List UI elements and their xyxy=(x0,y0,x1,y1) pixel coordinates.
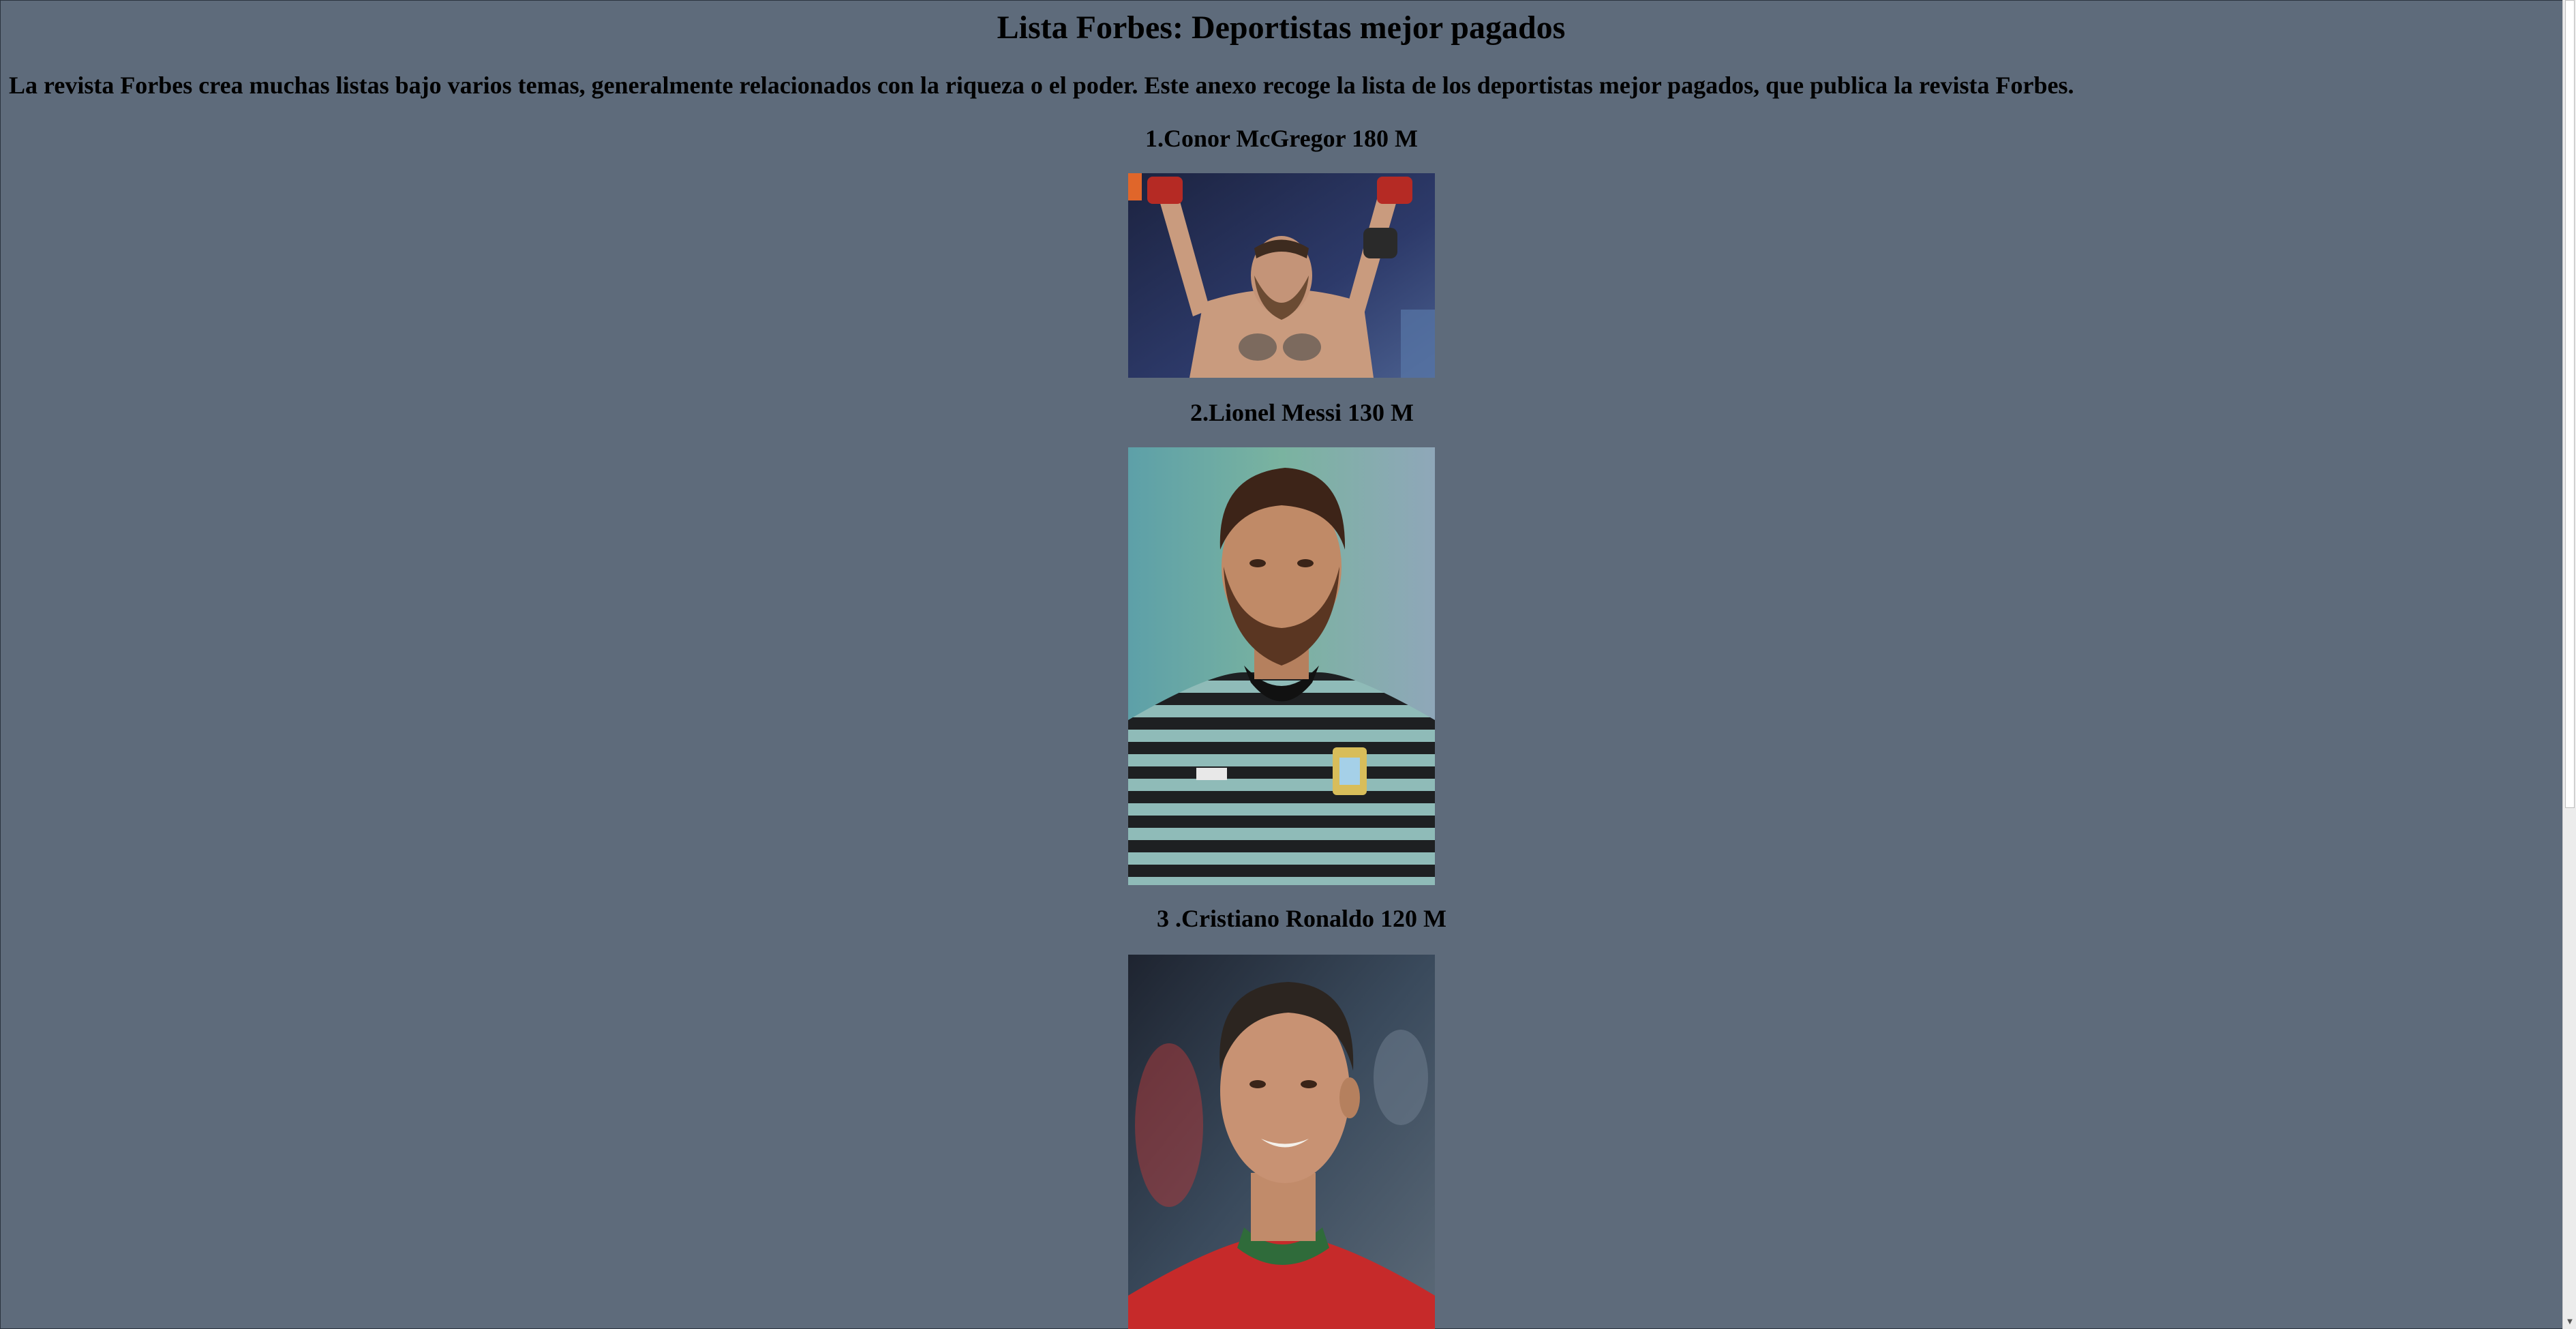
page-title: Lista Forbes: Deportistas mejor pagados xyxy=(997,10,1566,46)
athlete-heading-1: 1.Conor McGregor 180 M xyxy=(1145,125,1418,152)
athlete-heading-2: 2.Lionel Messi 130 M xyxy=(1190,399,1414,426)
athlete-photo-1 xyxy=(1128,173,1435,378)
athlete-photo-3 xyxy=(1128,955,1435,1329)
athlete-heading-3: 3 .Cristiano Ronaldo 120 M xyxy=(1157,905,1447,932)
vertical-scrollbar[interactable]: ▼ xyxy=(2562,0,2576,1329)
scrollbar-thumb[interactable] xyxy=(2565,0,2575,808)
athlete-photo-2 xyxy=(1128,447,1435,885)
intro-paragraph: La revista Forbes crea muchas listas baj… xyxy=(9,72,2074,99)
page-content: Lista Forbes: Deportistas mejor pagados … xyxy=(0,0,2562,1329)
scroll-down-arrow-icon[interactable]: ▼ xyxy=(2563,1315,2576,1329)
